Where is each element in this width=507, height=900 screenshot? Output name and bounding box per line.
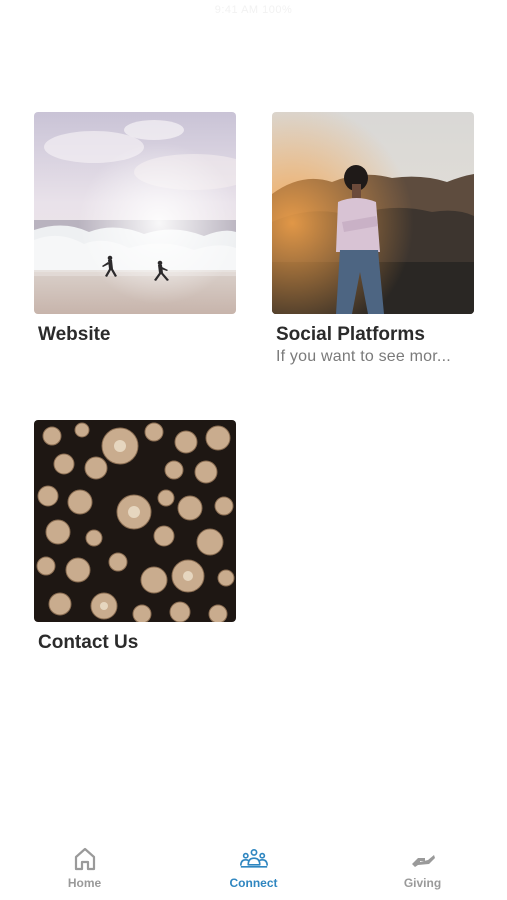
- social-platforms-image: [272, 112, 474, 314]
- card-social-platforms-title: Social Platforms: [276, 324, 425, 345]
- card-website-title: Website: [38, 324, 111, 345]
- tab-giving-label: Giving: [403, 876, 442, 890]
- giving-hand-icon: [411, 855, 435, 867]
- tab-home[interactable]: Home: [0, 838, 169, 900]
- card-website[interactable]: Website: [34, 112, 236, 346]
- tab-home-label: Home: [67, 876, 102, 890]
- connect-screen: 9:41 AM 100% Website Social Platforms If…: [0, 0, 507, 900]
- people-group-icon: [239, 848, 268, 868]
- card-social-platforms[interactable]: Social Platforms If you want to see mor.…: [272, 112, 474, 366]
- tab-giving[interactable]: Giving: [338, 838, 507, 900]
- home-icon: [74, 847, 95, 871]
- tab-connect[interactable]: Connect: [169, 838, 338, 900]
- tab-connect-label: Connect: [229, 876, 278, 890]
- card-social-platforms-subtitle: If you want to see mor...: [276, 348, 451, 365]
- card-contact-us[interactable]: Contact Us: [34, 420, 236, 654]
- card-contact-us-title: Contact Us: [38, 632, 139, 653]
- contact-us-image: [34, 420, 236, 622]
- bottom-tab-bar: Home Connect Giving: [0, 838, 507, 900]
- website-image: [34, 112, 236, 314]
- status-bar: 9:41 AM 100%: [214, 4, 293, 16]
